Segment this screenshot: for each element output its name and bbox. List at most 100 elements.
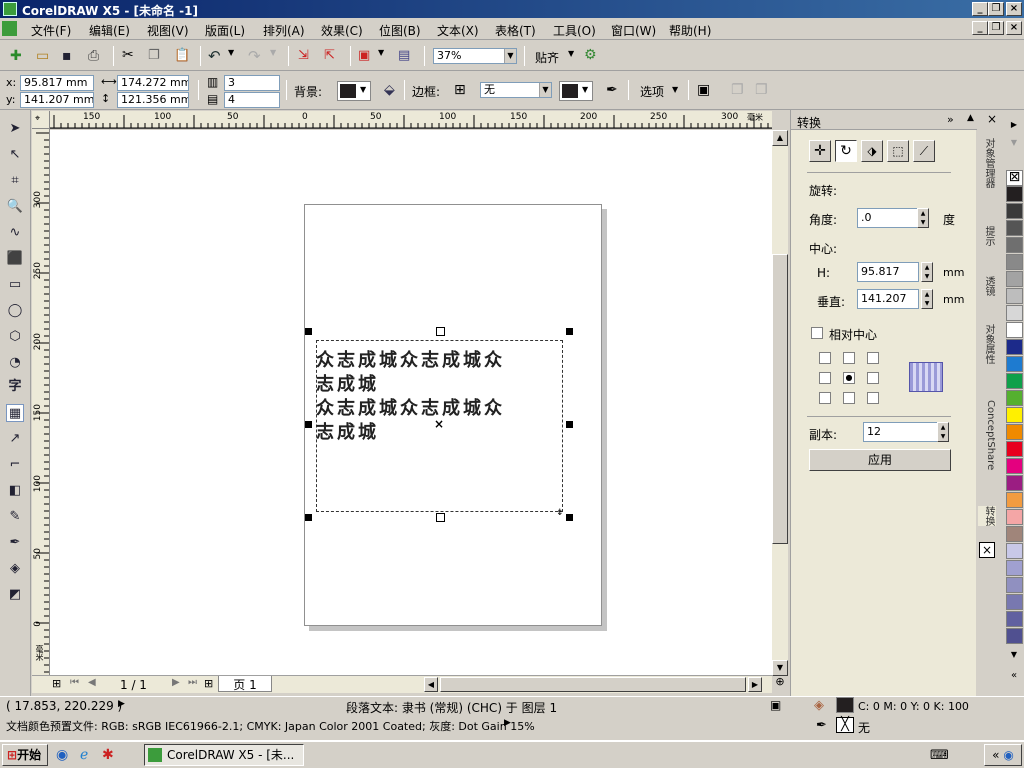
color-swatch[interactable]: [1006, 407, 1023, 423]
add-page-before-icon[interactable]: ⊞: [52, 677, 68, 693]
ie-icon[interactable]: ℯ: [80, 747, 96, 763]
color-swatch[interactable]: [1006, 475, 1023, 491]
cut-icon[interactable]: ✂: [122, 47, 138, 63]
color-swatch[interactable]: [1006, 322, 1023, 338]
smart-fill-tool-icon[interactable]: ⬛: [6, 250, 24, 268]
drawing-canvas[interactable]: 众志成城众志成城众 志成城 众志成城众志成城众 志成城 × ⇟: [50, 130, 772, 676]
zoom-dropdown-icon[interactable]: ▼: [504, 49, 516, 63]
table-tool-icon[interactable]: ▦: [6, 404, 24, 422]
paste-icon[interactable]: 📋: [174, 48, 190, 64]
anchor-checkbox[interactable]: [843, 392, 855, 404]
save-icon[interactable]: ▪: [62, 48, 78, 64]
selection-handle[interactable]: [305, 421, 312, 428]
freehand-tool-icon[interactable]: ∿: [6, 224, 24, 242]
color-swatch[interactable]: [1006, 288, 1023, 304]
docker-tab-object-manager[interactable]: 对象管理器: [978, 138, 996, 188]
horizontal-scroll-thumb[interactable]: [440, 677, 746, 692]
keyboard-tray-icon[interactable]: ⌨: [930, 748, 949, 764]
rotation-center-marker[interactable]: ×: [434, 417, 444, 431]
welcome-screen-icon[interactable]: ▤: [398, 48, 414, 64]
center-v-spinner[interactable]: ▲ ▼: [921, 289, 933, 309]
skew-mode-icon[interactable]: ⟋: [913, 140, 935, 162]
color-swatch[interactable]: [1006, 458, 1023, 474]
start-button[interactable]: ⊞开始: [2, 744, 48, 766]
connector-tool-icon[interactable]: ⌐: [6, 456, 24, 474]
scale-mode-icon[interactable]: ⬗: [861, 140, 883, 162]
menu-edit[interactable]: 编辑(E): [89, 22, 130, 39]
fill-color-swatch[interactable]: [836, 697, 854, 713]
size-mode-icon[interactable]: ⬚: [887, 140, 909, 162]
x-position-field[interactable]: 95.817 mm: [20, 75, 94, 91]
previous-page-icon[interactable]: ◀: [88, 677, 104, 693]
ruler-origin[interactable]: ⌖: [32, 111, 50, 129]
selection-handle[interactable]: [566, 421, 573, 428]
undo-dropdown-icon[interactable]: ▼: [228, 48, 244, 64]
export-icon[interactable]: ⇱: [324, 48, 340, 64]
ellipse-tool-icon[interactable]: ◯: [6, 302, 24, 320]
color-swatch[interactable]: [1006, 390, 1023, 406]
anchor-checkbox[interactable]: [819, 352, 831, 364]
menu-view[interactable]: 视图(V): [147, 22, 189, 39]
menu-file[interactable]: 文件(F): [31, 22, 71, 39]
color-swatch[interactable]: [1006, 237, 1023, 253]
position-mode-icon[interactable]: ✛: [809, 140, 831, 162]
application-launcher-icon[interactable]: ▣: [358, 48, 374, 64]
menu-layout[interactable]: 版面(L): [205, 22, 245, 39]
scroll-left-button[interactable]: ◀: [424, 677, 438, 692]
no-color-swatch[interactable]: ⊠: [1006, 170, 1023, 186]
angle-spinner[interactable]: ▲ ▼: [917, 208, 929, 228]
menu-table[interactable]: 表格(T): [495, 22, 536, 39]
redo-icon[interactable]: ↷: [248, 47, 264, 65]
scroll-right-button[interactable]: ▶: [748, 677, 762, 692]
maximize-button[interactable]: ❐: [988, 2, 1004, 16]
docker-tab-lens[interactable]: 透镜: [978, 276, 996, 296]
color-swatch[interactable]: [1006, 577, 1023, 593]
anchor-checkbox[interactable]: [819, 392, 831, 404]
color-swatch[interactable]: [1006, 560, 1023, 576]
palette-expand-icon[interactable]: «: [1007, 670, 1021, 682]
center-h-spinner[interactable]: ▲ ▼: [921, 262, 933, 282]
zoom-tool-icon[interactable]: 🔍: [6, 198, 24, 216]
menu-arrange[interactable]: 排列(A): [263, 22, 305, 39]
selection-handle[interactable]: [566, 514, 573, 521]
shape-tool-icon[interactable]: ↖: [6, 146, 24, 164]
anchor-checkbox[interactable]: [843, 352, 855, 364]
scroll-down-button[interactable]: ▼: [772, 660, 788, 676]
docker-expand-icon[interactable]: »: [947, 113, 963, 129]
angle-field[interactable]: .0: [857, 208, 919, 228]
menu-effects[interactable]: 效果(C): [321, 22, 363, 39]
selection-handle[interactable]: [436, 327, 445, 336]
navigator-icon[interactable]: ⊕: [772, 675, 788, 693]
docker-tab-object-properties[interactable]: 对象属性: [978, 324, 996, 364]
taskbar-coreldraw-button[interactable]: CorelDRAW X5 - [未...: [144, 744, 304, 766]
docker-tab-hints[interactable]: 提示: [978, 226, 996, 246]
minimize-button[interactable]: _: [972, 2, 988, 16]
copies-spinner[interactable]: ▲ ▼: [937, 422, 949, 442]
color-swatch[interactable]: [1006, 492, 1023, 508]
docker-tab-transformation[interactable]: 转换: [978, 506, 996, 526]
background-color-picker[interactable]: ▼: [337, 81, 371, 101]
rectangle-tool-icon[interactable]: ▭: [6, 276, 24, 294]
color-swatch[interactable]: [1006, 186, 1023, 202]
docker-close-icon[interactable]: ×: [987, 112, 1003, 128]
outline-pen-icon[interactable]: ✒: [606, 82, 622, 98]
apply-button[interactable]: 应用: [809, 449, 951, 471]
basic-shapes-tool-icon[interactable]: ◔: [6, 354, 24, 372]
anchor-checkbox[interactable]: [819, 372, 831, 384]
snap-status-icon[interactable]: ▣: [770, 698, 786, 714]
status-expand-icon[interactable]: ▶: [118, 699, 134, 715]
doc-restore-button[interactable]: ❐: [988, 21, 1004, 35]
palette-scroll-down-icon[interactable]: ▼: [1007, 650, 1021, 662]
doc-close-button[interactable]: ×: [1006, 21, 1022, 35]
options-dropdown-icon[interactable]: ▼: [672, 85, 688, 101]
close-button[interactable]: ×: [1006, 2, 1022, 16]
color-swatch[interactable]: [1006, 441, 1023, 457]
table-rows-field[interactable]: 4: [224, 92, 280, 108]
outline-tool-icon[interactable]: ✒: [6, 534, 24, 552]
interactive-fill-tool-icon[interactable]: ◩: [6, 586, 24, 604]
color-swatch[interactable]: [1006, 526, 1023, 542]
eyedropper-tool-icon[interactable]: ✎: [6, 508, 24, 526]
redo-dropdown-icon[interactable]: ▼: [270, 48, 286, 64]
color-swatch[interactable]: [1006, 373, 1023, 389]
color-profile-info[interactable]: 文档颜色预置文件: RGB: sRGB IEC61966-2.1; CMYK: …: [6, 718, 535, 734]
